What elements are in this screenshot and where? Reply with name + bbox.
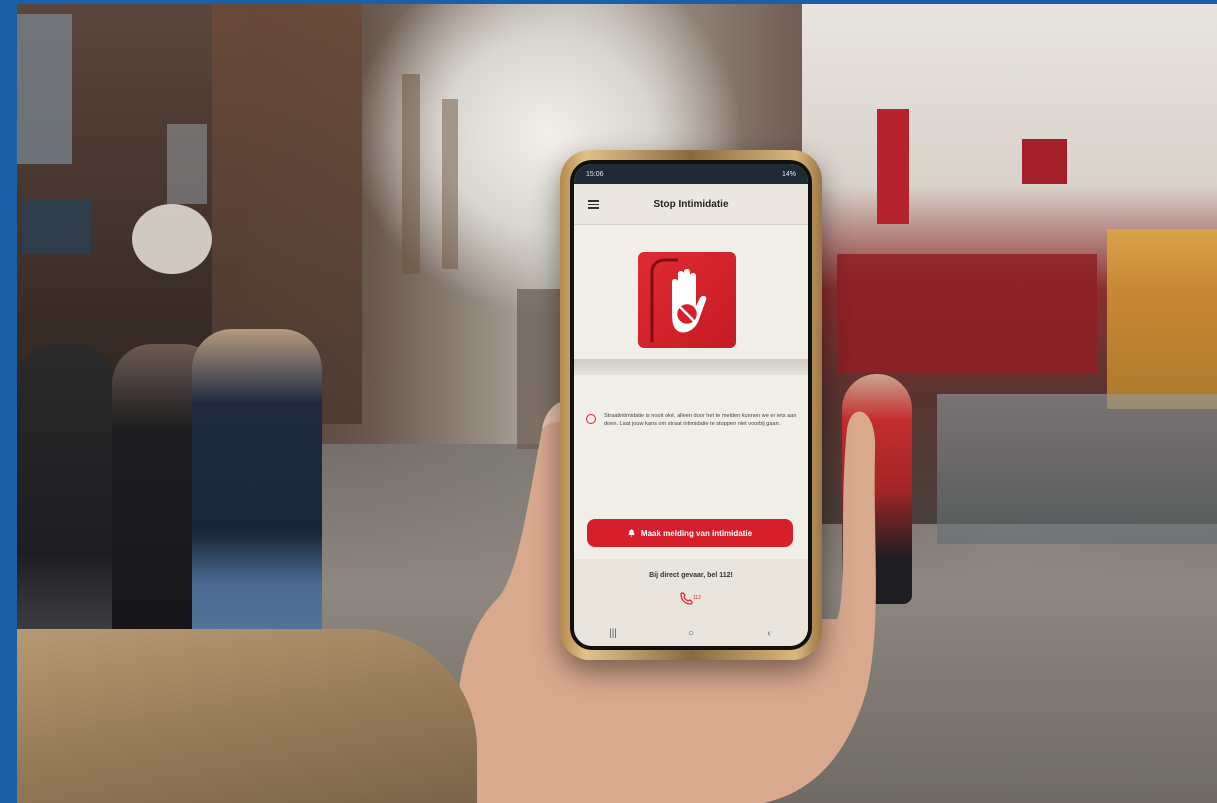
emergency-call-button[interactable]: 112	[678, 592, 704, 606]
round-shop-sign	[132, 204, 212, 274]
emergency-notice: Bij direct gevaar, bel 112!	[649, 572, 733, 579]
android-nav-bar: ||| ○ ‹	[574, 621, 808, 646]
recent-apps-button[interactable]: |||	[598, 628, 628, 639]
lit-shop-window	[1107, 229, 1217, 409]
phone-screen: 15:06 14% Stop Intimidatie Straatintimid…	[574, 164, 808, 646]
coat-sleeve	[17, 629, 477, 803]
report-intimidation-button[interactable]: Maak melding van intimidatie	[587, 519, 793, 547]
battery-indicator: 14%	[781, 170, 796, 178]
red-awning	[837, 254, 1097, 374]
phone-call-icon: 112	[680, 592, 701, 605]
app-title: Stop Intimidatie	[653, 198, 729, 210]
phone-bezel: 15:06 14% Stop Intimidatie Straatintimid…	[570, 160, 812, 650]
building-window	[17, 14, 72, 164]
building-window	[167, 124, 207, 204]
church-spire	[442, 99, 458, 269]
smartphone: 15:06 14% Stop Intimidatie Straatintimid…	[560, 150, 822, 660]
info-message: Straatintimidatie is nooit oké, alleen d…	[586, 412, 798, 428]
status-bar: 15:06 14%	[574, 164, 808, 184]
red-sign	[1022, 139, 1067, 184]
shop-sign	[21, 199, 91, 254]
stop-hand-logo	[638, 252, 736, 348]
status-time: 15:06	[586, 170, 604, 178]
back-button[interactable]: ‹	[754, 628, 784, 639]
red-banner	[877, 109, 909, 224]
bell-icon	[628, 529, 635, 537]
terrace-fence	[937, 394, 1217, 544]
divider	[574, 359, 808, 375]
stop-hand-icon	[650, 258, 707, 342]
info-icon	[586, 414, 596, 424]
app-bar: Stop Intimidatie	[574, 184, 808, 225]
menu-icon[interactable]	[588, 200, 599, 209]
info-text: Straatintimidatie is nooit oké, alleen d…	[604, 413, 797, 427]
call-number: 112	[693, 595, 701, 601]
home-button[interactable]: ○	[676, 628, 706, 639]
report-button-label: Maak melding van intimidatie	[640, 528, 753, 538]
pedestrian	[192, 329, 322, 669]
church-spire	[402, 74, 420, 274]
